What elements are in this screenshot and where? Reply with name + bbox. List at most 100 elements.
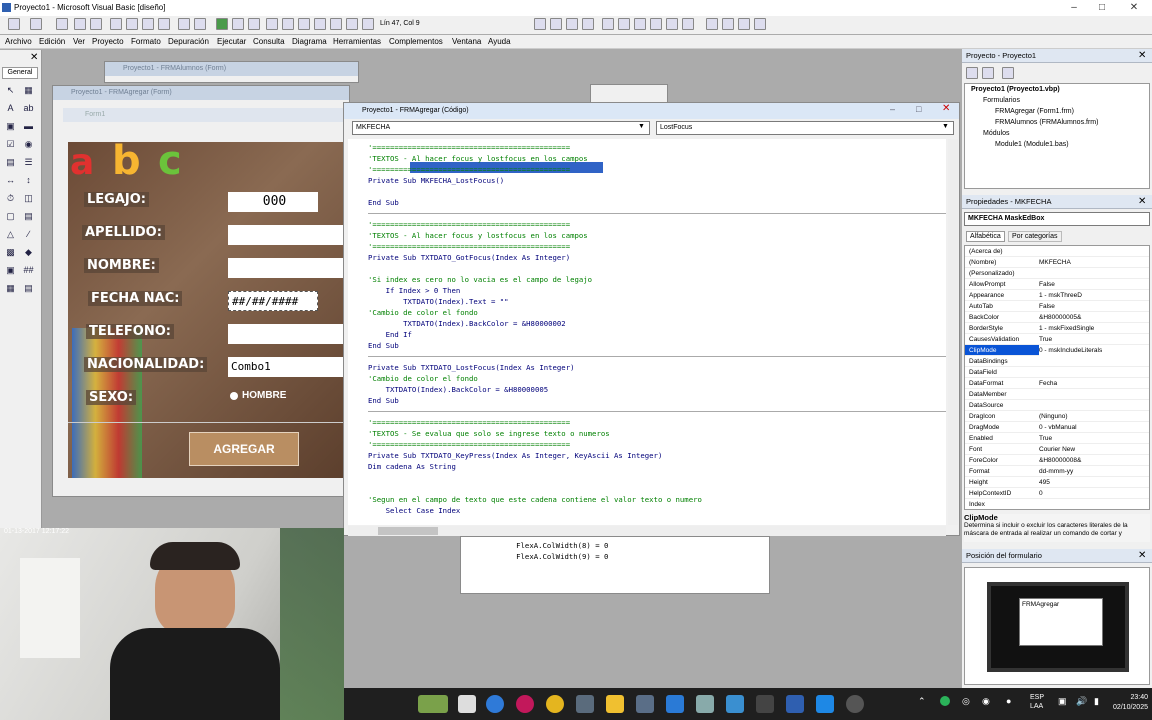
picturebox-icon[interactable]: ▦: [22, 84, 35, 97]
step-into-icon[interactable]: [722, 18, 734, 30]
procedure-combo-chevron-down-icon[interactable]: ▼: [942, 123, 949, 130]
settings-icon[interactable]: [846, 695, 864, 713]
horizontal-scrollbar-thumb[interactable]: [378, 527, 438, 535]
property-value[interactable]: 495: [1039, 477, 1149, 488]
apellido-textbox[interactable]: [228, 225, 351, 245]
label-icon[interactable]: A: [4, 102, 17, 115]
property-value[interactable]: 1 - mskFixedSingle: [1039, 323, 1149, 334]
project-tree[interactable]: Proyecto1 (Proyecto1.vbp) Formularios FRMA…: [964, 83, 1150, 189]
project-explorer-icon[interactable]: [266, 18, 278, 30]
run-icon[interactable]: [216, 18, 228, 30]
add-form-icon[interactable]: [30, 18, 42, 30]
align-icon[interactable]: [534, 18, 546, 30]
commandbutton-icon[interactable]: ▬: [22, 120, 35, 133]
make-same-size-icon[interactable]: [566, 18, 578, 30]
property-row[interactable]: DataMember: [965, 389, 1149, 400]
property-row[interactable]: DragMode 0 - vbManual: [965, 422, 1149, 433]
code-line[interactable]: End Sub: [368, 341, 399, 351]
toolbox-icon[interactable]: [330, 18, 342, 30]
stop-icon[interactable]: [248, 18, 260, 30]
form-layout-icon[interactable]: [298, 18, 310, 30]
menu-ejecutar[interactable]: Ejecutar: [217, 37, 246, 46]
radio-hombre-icon[interactable]: [230, 392, 238, 400]
code-line[interactable]: Private Sub TXTDATO_GotFocus(Index As In…: [368, 253, 570, 263]
close-icon[interactable]: ✕: [1124, 1, 1144, 15]
property-value[interactable]: Courier New: [1039, 444, 1149, 455]
project-tree-node[interactable]: Formularios: [983, 97, 1020, 104]
frmagregar-window[interactable]: Proyecto1 - FRMAgregar (Form) Form1 a b …: [52, 85, 351, 497]
tab-por-categorias[interactable]: Por categorías: [1008, 231, 1062, 242]
menu-ver[interactable]: Ver: [73, 37, 85, 46]
hscrollbar-icon[interactable]: ↔: [4, 174, 17, 187]
optionbutton-icon[interactable]: ◉: [22, 138, 35, 151]
code-line[interactable]: TXTDATO(Index).BackColor = &H80000005: [368, 385, 549, 395]
clock[interactable]: 23:40 02/10/2025: [1102, 693, 1148, 713]
form-layout-area[interactable]: FRMAgregar: [964, 567, 1150, 685]
agregar-button[interactable]: AGREGAR: [189, 432, 299, 466]
horizontal-scrollbar[interactable]: [348, 526, 946, 536]
property-value[interactable]: False: [1039, 301, 1149, 312]
filelistbox-icon[interactable]: ▤: [22, 210, 35, 223]
msflexgrid-icon[interactable]: ▦: [4, 282, 17, 295]
properties-icon[interactable]: [282, 18, 294, 30]
volume-icon[interactable]: 🔊: [1076, 696, 1087, 707]
drivelistbox-icon[interactable]: ◫: [22, 192, 35, 205]
tab-alfabetica[interactable]: Alfabética: [966, 231, 1005, 242]
project-close-icon[interactable]: ✕: [1138, 50, 1146, 61]
ole-icon[interactable]: ▣: [4, 264, 17, 277]
properties-close-icon[interactable]: ✕: [1138, 196, 1146, 207]
checkbox-icon[interactable]: ☑: [4, 138, 17, 151]
code-line[interactable]: '=======================================…: [368, 143, 570, 153]
property-row[interactable]: DataBindings: [965, 356, 1149, 367]
code-line[interactable]: 'Cambio de color el fondo: [368, 374, 478, 384]
opera-icon[interactable]: [516, 695, 534, 713]
shape-icon[interactable]: △: [4, 228, 17, 241]
code-line[interactable]: 'TEXTOS - Al hacer focus y lostfocus en …: [368, 154, 588, 164]
property-row[interactable]: ClipMode 0 - mskIncludeLiterals: [965, 345, 1149, 356]
code-line[interactable]: Dim cadena As String: [368, 462, 456, 472]
timer-icon[interactable]: ⏱: [4, 192, 17, 205]
menu-diagrama[interactable]: Diagrama: [292, 37, 327, 46]
code-line[interactable]: '=======================================…: [368, 242, 570, 252]
property-row[interactable]: HelpContextID 0: [965, 488, 1149, 499]
toolbox-close-icon[interactable]: ✕: [30, 52, 38, 63]
image-icon[interactable]: ▩: [4, 246, 17, 259]
redo-icon[interactable]: [194, 18, 206, 30]
property-value[interactable]: True: [1039, 433, 1149, 444]
menu-consulta[interactable]: Consulta: [253, 37, 285, 46]
next-bookmark-icon[interactable]: [682, 18, 694, 30]
property-row[interactable]: BorderStyle 1 - mskFixedSingle: [965, 323, 1149, 334]
properties-grid[interactable]: (Acerca de) (Nombre) MKFECHA (Personalizado…: [964, 245, 1150, 510]
property-row[interactable]: (Nombre) MKFECHA: [965, 257, 1149, 268]
textbox-icon[interactable]: ab: [22, 102, 35, 115]
property-value[interactable]: &H80000008&: [1039, 455, 1149, 466]
fecha-maskedbox[interactable]: ##/##/####: [228, 291, 318, 311]
code-line[interactable]: Private Sub TXTDATO_LostFocus(Index As I…: [368, 363, 574, 373]
weather-widget-icon[interactable]: [418, 695, 448, 713]
menu-edicion[interactable]: Edición: [39, 37, 65, 46]
property-value[interactable]: 0 - vbManual: [1039, 422, 1149, 433]
property-row[interactable]: DataSource: [965, 400, 1149, 411]
photos-icon[interactable]: [726, 695, 744, 713]
toggle-bookmark-icon[interactable]: [666, 18, 678, 30]
procedure-combobox[interactable]: LostFocus: [656, 121, 954, 135]
view-object-icon[interactable]: [982, 67, 994, 79]
toolbox-tab-general[interactable]: General: [2, 67, 38, 79]
code-line[interactable]: TXTDATO(Index).BackColor = &H80000002: [368, 319, 566, 329]
chrome-icon[interactable]: [546, 695, 564, 713]
nacionalidad-combobox[interactable]: Combo1: [228, 357, 351, 377]
listbox-icon[interactable]: ☰: [22, 156, 35, 169]
property-value[interactable]: False: [1039, 279, 1149, 290]
property-row[interactable]: DragIcon (Ninguno): [965, 411, 1149, 422]
input-language[interactable]: ESP LAA: [1030, 693, 1044, 711]
calculator-icon[interactable]: [576, 695, 594, 713]
menu-complementos[interactable]: Complementos: [389, 37, 443, 46]
add-project-icon[interactable]: [8, 18, 20, 30]
indent-icon[interactable]: [602, 18, 614, 30]
frmalumnos-window[interactable]: Proyecto1 - FRMAlumnos (Form): [104, 61, 359, 83]
powershell-icon[interactable]: [786, 695, 804, 713]
property-row[interactable]: Index: [965, 499, 1149, 509]
object-combobox[interactable]: MKFECHA: [352, 121, 650, 135]
code-line[interactable]: '=======================================…: [368, 220, 570, 230]
toggle-breakpoint-icon[interactable]: [706, 18, 718, 30]
